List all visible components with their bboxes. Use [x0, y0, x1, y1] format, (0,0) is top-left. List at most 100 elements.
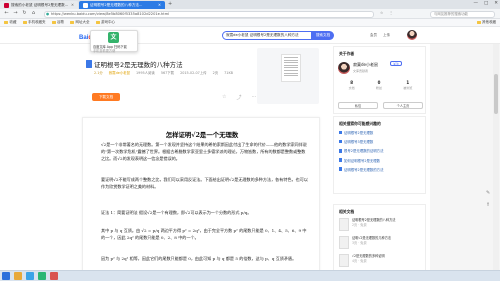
document-thumbnail[interactable]: [281, 54, 301, 82]
related-link[interactable]: 证明根号2是无理数: [339, 130, 383, 135]
author-actions: 私信 个人主页: [338, 102, 423, 109]
doc-sub: 2页 · 免费: [352, 222, 367, 227]
folder-icon: [95, 20, 100, 25]
doc-icon: [339, 167, 342, 172]
stat-number: 1: [406, 80, 410, 85]
bookmark-label: 网址大全: [75, 20, 90, 24]
document-meta: 2.1分 寂寞de小老鼠 1995人阅读 567下载 2015-02-07上传 …: [94, 70, 233, 76]
related-label: 证明根号2是无理数: [344, 131, 374, 135]
upload-link[interactable]: 上传: [383, 33, 390, 38]
upload-date: 2015-02-07上传: [180, 71, 207, 75]
browser-tab-active[interactable]: 证明根号2是无理数的八种方法... ✕: [79, 1, 165, 9]
tab-label: 证明根号2是无理数的八种方法...: [90, 2, 143, 7]
reload-icon[interactable]: ↻: [21, 10, 28, 17]
stat-item: 1 被浏览: [403, 80, 412, 90]
related-label: 证明根号2是无理数的方法: [344, 167, 384, 172]
site-search-input[interactable]: 寂寞de小老鼠 证明根号2是无理数的八种方法: [222, 31, 312, 40]
doc-icon: [339, 158, 342, 162]
page-count: 2页: [212, 71, 219, 75]
doc-title: √2是无理数的多种证明: [352, 254, 385, 258]
paragraph: 因为 p² 与 2q² 相等，因此它们的尾数只能都是 0，由此可知 p 与 q …: [101, 256, 297, 261]
document-title: 证明根号2是无理数的八种方法: [94, 61, 183, 69]
favorite-icon[interactable]: ☆: [222, 94, 226, 101]
browser-search-input[interactable]: 与网友推荐的搜索功能: [430, 10, 495, 18]
related-link[interactable]: 根号2是无理数的证明方法: [339, 148, 383, 153]
profile-button[interactable]: 个人主页: [383, 102, 423, 109]
bookmark-label: 其他收藏: [482, 20, 496, 24]
app-download-popup[interactable]: 文 百度文库 App 扫码下载 手机查看更方便: [90, 30, 138, 53]
bookmark-item[interactable]: 谷歌: [51, 20, 64, 25]
related-link[interactable]: 证明根号2是无理数的方法: [339, 167, 383, 172]
list-item[interactable]: √2是无理数的多种证明 4页 · 免费: [339, 254, 422, 267]
scrollbar-thumb[interactable]: [494, 74, 498, 114]
bookmark-item[interactable]: 手机收藏夹: [22, 20, 46, 25]
document-thumbnail: [339, 236, 349, 249]
vip-link[interactable]: 会员: [370, 33, 377, 38]
stat-label: 粉丝: [375, 86, 382, 90]
home-icon[interactable]: ⌂: [30, 10, 37, 17]
app-icon[interactable]: [38, 272, 46, 280]
page-scrollbar[interactable]: [493, 44, 499, 281]
bookmark-star-icon[interactable]: ☆: [380, 11, 383, 15]
download-document-button[interactable]: 下载文档: [92, 93, 120, 101]
paragraph: 要证明√2不能写成两个整数之比，我们可以采用反证法。下面给出证明√2是无理数的多…: [101, 177, 308, 189]
follow-button[interactable]: 关注: [390, 61, 402, 66]
search-button[interactable]: 搜索文档: [312, 31, 334, 40]
new-tab-button[interactable]: +: [168, 1, 172, 7]
page-heading: 怎样证明√2是一个无理数: [165, 131, 239, 139]
tab-label: 搜索的小老鼠 证明根号2是无理数...: [11, 2, 69, 7]
start-icon[interactable]: [2, 272, 10, 280]
related-link[interactable]: 证明根号3是无理数: [339, 139, 383, 144]
file-explorer-icon[interactable]: [14, 272, 22, 280]
maximize-button[interactable]: □: [484, 1, 488, 6]
stat-number: 8: [350, 80, 354, 85]
back-icon[interactable]: ←: [3, 10, 10, 17]
browser-tab[interactable]: 搜索的小老鼠 证明根号2是无理数... ✕: [0, 1, 78, 9]
address-actions: ☆ ⋮: [380, 11, 393, 15]
minimize-button[interactable]: —: [473, 1, 478, 6]
user-avatar[interactable]: [407, 30, 417, 40]
bookmark-item[interactable]: 收藏: [4, 20, 17, 25]
popup-subtitle: 手机查看更方便: [93, 49, 116, 53]
bookmark-item[interactable]: 游戏中心: [95, 20, 115, 25]
other-bookmarks[interactable]: 其他收藏: [476, 20, 496, 25]
card-title: 相关搜索你可能感兴趣的: [339, 121, 381, 126]
doc-sub: 3页 · 免费: [352, 240, 367, 245]
list-item[interactable]: 证明根号2是无理数的八种方法 2页 · 免费: [339, 218, 422, 231]
url-input[interactable]: ● https://wenku.baidu.com/view/8e5b8060f…: [44, 10, 374, 18]
doc-title: 证明根号2是无理数的八种方法: [352, 218, 396, 222]
close-window-button[interactable]: ✕: [494, 1, 498, 6]
feedback-icon[interactable]: ✎: [486, 190, 490, 196]
right-sidebar: 关于作者 寂寞de小老鼠 关注 文库贡献者 8 文档 0 粉丝 1 被浏览 私信…: [333, 44, 426, 281]
author-avatar[interactable]: [338, 62, 350, 74]
list-item[interactable]: 证明√2是无理数的几种方法 3页 · 免费: [339, 236, 422, 249]
author-stats: 8 文档 0 粉丝 1 被浏览: [338, 80, 423, 90]
browser-tab-strip: 搜索的小老鼠 证明根号2是无理数... ✕ 证明根号2是无理数的八种方法... …: [0, 0, 500, 9]
more-icon[interactable]: ⋯: [252, 94, 257, 101]
back-to-top-icon[interactable]: ⇑: [486, 202, 490, 208]
address-bar-row: ← → ↻ ⌂ ● https://wenku.baidu.com/view/8…: [0, 9, 500, 19]
close-tab-icon[interactable]: ✕: [71, 3, 74, 7]
document-preview-area: [257, 48, 319, 104]
browser-icon[interactable]: [26, 272, 34, 280]
menu-icon[interactable]: ⋮: [389, 11, 393, 15]
app-icon[interactable]: [50, 272, 58, 280]
site-header: Baidu文库 寂寞de小老鼠 证明根号2是无理数的八种方法 搜索文档 会员 上…: [0, 27, 500, 44]
doc-sub: 4页 · 免费: [352, 258, 367, 263]
folder-icon: [4, 20, 8, 25]
related-link[interactable]: 如何证明根号2是无理数: [339, 158, 383, 163]
bookmark-item[interactable]: 网址大全: [70, 20, 90, 25]
floating-tools: ✎ ⇑: [486, 190, 490, 208]
share-icon[interactable]: ⤴: [236, 94, 241, 101]
uploader-link[interactable]: 寂寞de小老鼠: [109, 70, 130, 75]
author-name[interactable]: 寂寞de小老鼠: [353, 62, 378, 68]
stat-item: 0 粉丝: [376, 80, 382, 90]
document-actions: ☆ ⤴ ⋯: [222, 94, 257, 101]
related-label: 如何证明根号2是无理数: [344, 158, 381, 163]
forward-icon[interactable]: →: [12, 10, 19, 17]
close-tab-icon[interactable]: ✕: [158, 3, 161, 7]
document-info-card: 证明根号2是无理数的八种方法 2.1分 寂寞de小老鼠 1995人阅读 567下…: [82, 46, 322, 106]
right-gutter: [430, 44, 500, 281]
document-list: 证明根号2是无理数的八种方法 2页 · 免费 证明√2是无理数的几种方法 3页 · …: [339, 218, 422, 272]
message-button[interactable]: 私信: [338, 102, 378, 109]
